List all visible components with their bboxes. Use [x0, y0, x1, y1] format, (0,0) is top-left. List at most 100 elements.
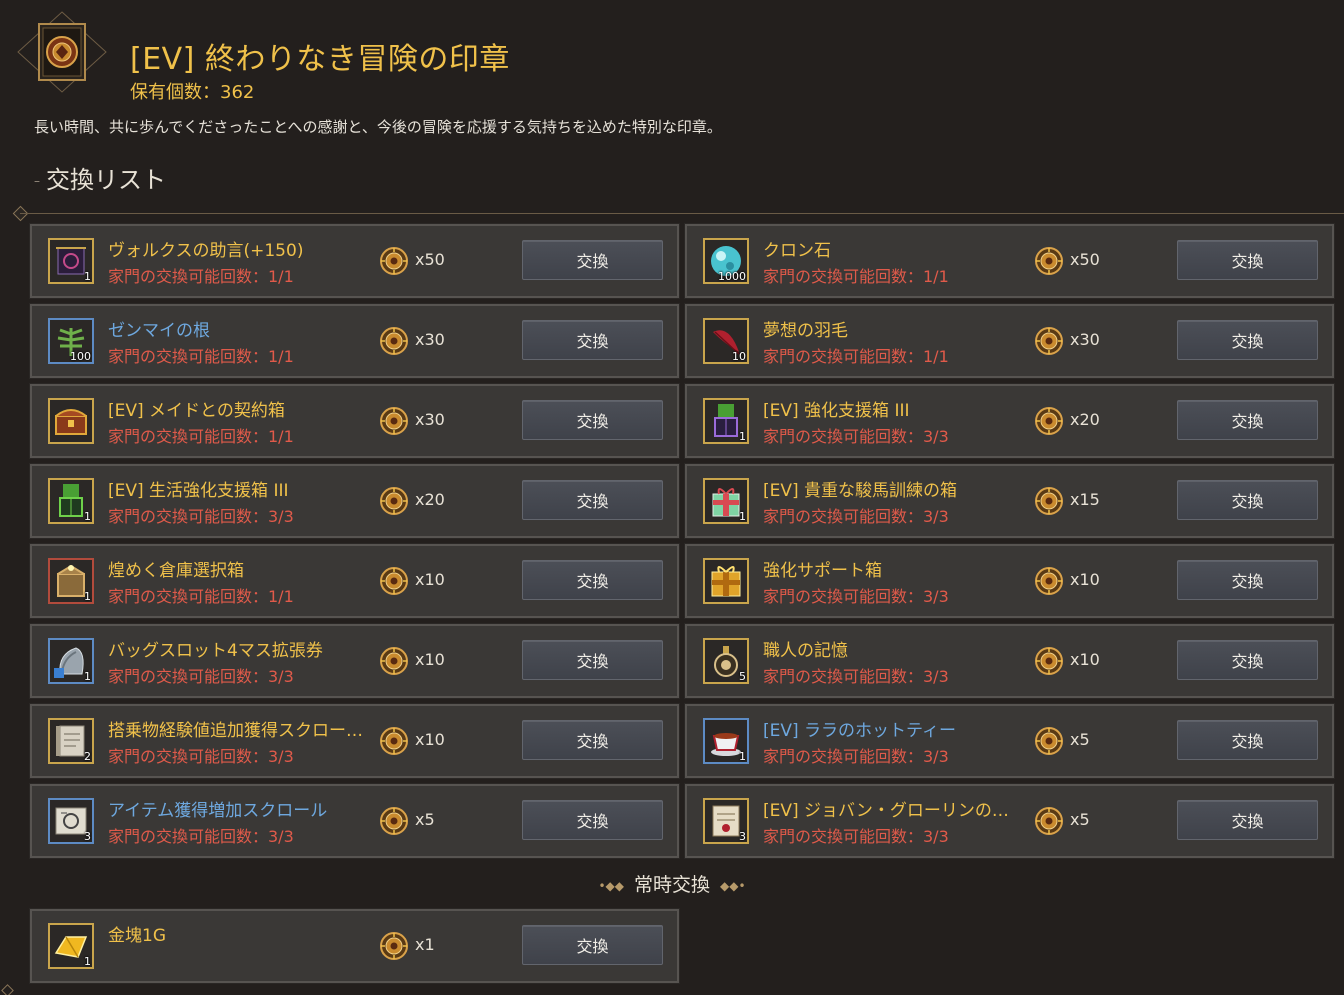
item-slot[interactable]: 5 [703, 638, 749, 684]
item-slot[interactable]: 2 [48, 718, 94, 764]
exchange-limit: 家門の交換可能回数：1/1 [763, 267, 949, 286]
section-title-label: 交換リスト [46, 166, 166, 194]
exchange-button[interactable]: 交換 [522, 720, 663, 760]
item-quantity: 3 [739, 830, 746, 843]
section-title: – 交換リスト [34, 160, 166, 195]
item-slot[interactable]: 1 [703, 398, 749, 444]
item-slot[interactable]: 1 [703, 718, 749, 764]
exchange-button[interactable]: 交換 [1177, 480, 1318, 520]
exchange-limit: 家門の交換可能回数：3/3 [763, 507, 949, 526]
item-name: [EV] 生活強化支援箱 III [108, 481, 289, 501]
seal-coin-icon [380, 487, 408, 515]
item-quantity: 1000 [718, 270, 746, 283]
exchange-button[interactable]: 交換 [522, 400, 663, 440]
item-cost: x5 [415, 810, 435, 829]
exchange-item-card: 100 ゼンマイの根 家門の交換可能回数：1/1 x30 交換 [29, 303, 680, 379]
seal-coin-icon [380, 807, 408, 835]
exchange-limit: 家門の交換可能回数：3/3 [763, 827, 949, 846]
item-slot[interactable]: 3 [48, 798, 94, 844]
exchange-limit: 家門の交換可能回数：3/3 [763, 587, 949, 606]
seal-coin-icon [380, 932, 408, 960]
item-cost: x15 [1070, 490, 1100, 509]
exchange-button[interactable]: 交換 [1177, 800, 1318, 840]
seal-coin-icon [1035, 727, 1063, 755]
ornament-left-icon: •◆◆ [598, 878, 624, 893]
exchange-button[interactable]: 交換 [522, 925, 663, 965]
seal-coin-icon [1035, 567, 1063, 595]
exchange-item-card: 1 バッグスロット4マス拡張券 家門の交換可能回数：3/3 x10 交換 [29, 623, 680, 699]
item-quantity: 1 [739, 510, 746, 523]
exchange-item-card: 1 [EV] ララのホットティー 家門の交換可能回数：3/3 x5 交換 [684, 703, 1335, 779]
item-slot[interactable] [48, 398, 94, 444]
item-slot[interactable]: 10 [703, 318, 749, 364]
exchange-limit: 家門の交換可能回数：3/3 [763, 667, 949, 686]
item-quantity: 10 [732, 350, 746, 363]
exchange-button[interactable]: 交換 [522, 560, 663, 600]
exchange-button[interactable]: 交換 [1177, 560, 1318, 600]
exchange-button[interactable]: 交換 [1177, 240, 1318, 280]
exchange-button[interactable]: 交換 [1177, 720, 1318, 760]
item-cost: x20 [1070, 410, 1100, 429]
item-cost: x5 [1070, 810, 1090, 829]
item-name: バッグスロット4マス拡張券 [108, 641, 323, 661]
seal-coin-icon [1035, 807, 1063, 835]
item-name: 煌めく倉庫選択箱 [108, 561, 244, 581]
always-exchange-heading: •◆◆ 常時交換 ◆◆• [0, 870, 1344, 897]
item-name: [EV] 強化支援箱 III [763, 401, 910, 421]
exchange-item-card: 強化サポート箱 家門の交換可能回数：3/3 x10 交換 [684, 543, 1335, 619]
exchange-button[interactable]: 交換 [1177, 640, 1318, 680]
item-slot[interactable]: 1 [703, 478, 749, 524]
exchange-button[interactable]: 交換 [522, 640, 663, 680]
item-cost: x10 [1070, 570, 1100, 589]
exchange-button[interactable]: 交換 [522, 240, 663, 280]
exchange-item-card: 1 煌めく倉庫選択箱 家門の交換可能回数：1/1 x10 交換 [29, 543, 680, 619]
exchange-limit: 家門の交換可能回数：3/3 [108, 747, 294, 766]
divider [20, 213, 1344, 214]
exchange-button[interactable]: 交換 [522, 320, 663, 360]
seal-coin-icon [380, 327, 408, 355]
item-cost: x50 [415, 250, 445, 269]
exchange-button[interactable]: 交換 [1177, 320, 1318, 360]
item-quantity: 1 [84, 955, 91, 968]
exchange-limit: 家門の交換可能回数：3/3 [108, 667, 294, 686]
item-cost: x20 [415, 490, 445, 509]
gold-gift-icon [711, 566, 741, 597]
exchange-item-card: 1000 クロン石 家門の交換可能回数：1/1 x50 交換 [684, 223, 1335, 299]
item-slot[interactable] [703, 558, 749, 604]
item-name: 夢想の羽毛 [763, 321, 848, 341]
item-slot[interactable]: 1 [48, 923, 94, 969]
header: [EV] 終わりなき冒険の印章 保有個数：362 長い時間、共に歩んでくださった… [0, 0, 1344, 222]
seal-coin-icon [380, 247, 408, 275]
item-slot[interactable]: 100 [48, 318, 94, 364]
item-slot[interactable]: 1 [48, 478, 94, 524]
item-name: ゼンマイの根 [108, 321, 210, 341]
seal-coin-icon [380, 407, 408, 435]
exchange-limit: 家門の交換可能回数：3/3 [763, 427, 949, 446]
always-exchange-title: 常時交換 [633, 874, 710, 896]
item-cost: x30 [415, 410, 445, 429]
exchange-limit: 家門の交換可能回数：1/1 [763, 347, 949, 366]
exchange-button[interactable]: 交換 [1177, 400, 1318, 440]
item-cost: x10 [1070, 650, 1100, 669]
exchange-limit: 家門の交換可能回数：1/1 [108, 587, 294, 606]
item-quantity: 1 [84, 510, 91, 523]
item-name: アイテム獲得増加スクロール [108, 801, 328, 821]
item-name: [EV] メイドとの契約箱 [108, 401, 285, 421]
item-slot[interactable]: 3 [703, 798, 749, 844]
seal-coin-icon [1035, 647, 1063, 675]
item-slot[interactable]: 1 [48, 558, 94, 604]
exchange-button[interactable]: 交換 [522, 480, 663, 520]
item-name: 搭乗物経験値追加獲得スクロー… [108, 721, 363, 741]
exchange-item-card: 1 ヴォルクスの助言(+150) 家門の交換可能回数：1/1 x50 交換 [29, 223, 680, 299]
item-name: 金塊1G [108, 926, 166, 946]
item-slot[interactable]: 1 [48, 238, 94, 284]
item-quantity: 1 [84, 270, 91, 283]
exchange-limit: 家門の交換可能回数：1/1 [108, 267, 294, 286]
exchange-button[interactable]: 交換 [522, 800, 663, 840]
exchange-item-card: 5 職人の記憶 家門の交換可能回数：3/3 x10 交換 [684, 623, 1335, 699]
item-slot[interactable]: 1000 [703, 238, 749, 284]
item-slot[interactable]: 1 [48, 638, 94, 684]
item-name: クロン石 [763, 241, 831, 261]
item-name: [EV] ジョバン・グローリンの… [763, 801, 1009, 821]
exchange-item-card: 1 [EV] 生活強化支援箱 III 家門の交換可能回数：3/3 x20 交換 [29, 463, 680, 539]
